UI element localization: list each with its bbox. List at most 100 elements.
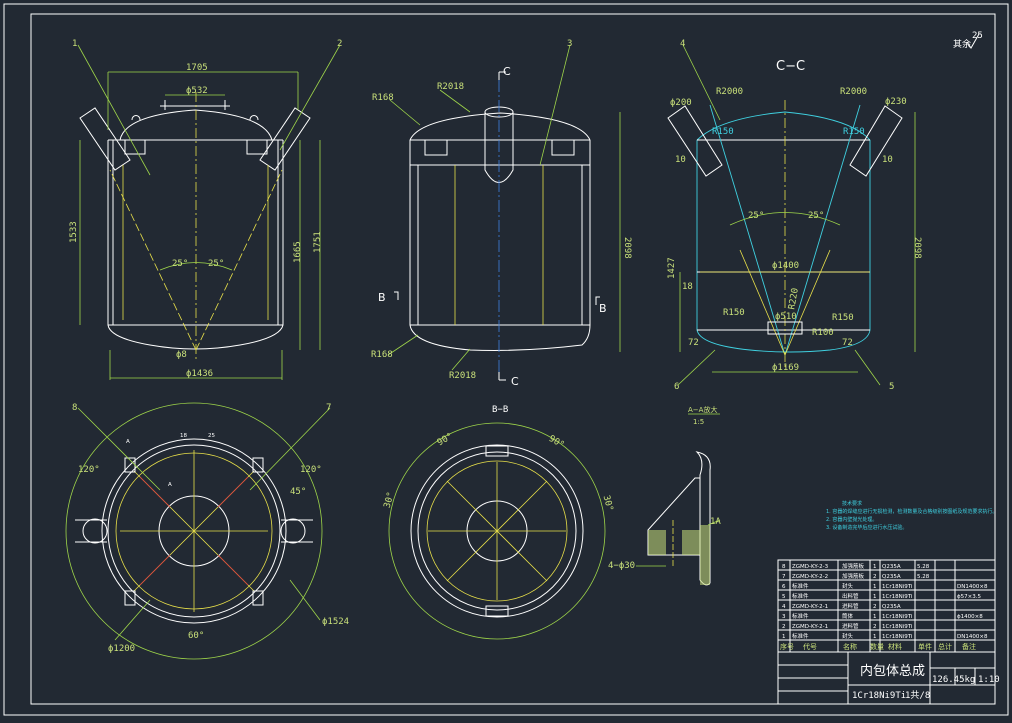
view3-dim-10-r: 10 [882, 155, 893, 165]
view4-dim-25: 25 [208, 433, 215, 439]
view2-dim-r168-top: R168 [372, 93, 394, 103]
tb-row-code: ZGMD-KY-2-3 [792, 564, 829, 570]
tb-row-material: Q235A [882, 604, 901, 610]
view1-leader-2: 2 [337, 39, 342, 49]
detail-dim-1a: 1A [710, 517, 721, 527]
view1-dim-angle-r: 25° [208, 259, 224, 269]
view3-leader-5: 5 [889, 382, 894, 392]
view4-dim-18: 18 [180, 433, 187, 439]
view5-dim-90-r: 90° [547, 434, 566, 451]
roughness-value: 25 [972, 31, 983, 41]
notes-line-1: 1. 容器的焊缝应进行无损检测，检测数量及合格级别按图纸及规范要求执行。 [826, 508, 997, 515]
view3-dim-r150-br: R150 [832, 313, 854, 323]
view4-plan: 8 7 18 25 120° 120° 45° ϕ1524 ϕ1200 60° … [65, 402, 349, 660]
tb-row: 6 标准件 封头 1 1Cr18Ni9Ti DN1400×8 [782, 582, 988, 590]
tb-header-cell: 数量 [870, 642, 884, 651]
view2-dim-height: 2098 [622, 237, 632, 259]
view3-dim-r220: R220 [787, 287, 801, 310]
view2-section-b-right: B [599, 302, 607, 315]
tb-header-cell: 名称 [843, 642, 857, 651]
view3-dim-r2000-l: R2000 [716, 87, 743, 97]
tb-row-code: ZGMD-KY-2-1 [792, 624, 828, 630]
view2-section-c-bottom: C [511, 375, 519, 388]
view3-leader-6: 6 [674, 382, 679, 392]
tb-row-code: 标准件 [792, 612, 809, 620]
tb-row-name: 加强筋板 [842, 572, 865, 580]
tb-row-qty: 1 [873, 614, 877, 620]
view3-section-cc: C−C 4 5 6 ϕ200 R2000 R2000 ϕ230 R150 R15… [667, 39, 922, 392]
view4-dim-60: 60° [188, 631, 204, 641]
tb-material: 1Cr18Ni9Ti [852, 691, 906, 701]
tb-row-no: 2 [782, 624, 786, 630]
tb-row-qty: 1 [873, 584, 877, 590]
tb-row-code: 标准件 [792, 592, 809, 600]
view1-dim-diameter: ϕ1436 [186, 369, 213, 379]
view3-title: C−C [776, 59, 805, 74]
drawing-svg: 其余 25 1 2 1705 ϕ532 1533 1665 1751 25° 2… [3, 3, 1009, 716]
view1-dim-top: ϕ532 [186, 86, 208, 96]
tb-row-qty: 1 [873, 564, 877, 570]
tb-header-cell: 序号 [780, 642, 794, 651]
tb-row-no: 7 [782, 574, 786, 580]
tb-row-material: 1Cr18Ni9Ti [882, 614, 913, 620]
detail-title: A−A放大 [688, 405, 717, 414]
view4-leader-8: 8 [72, 403, 77, 413]
view3-dim-phi1169: ϕ1169 [772, 363, 799, 373]
view4-dim-45: 45° [290, 487, 306, 497]
tb-row-material: 1Cr18Ni9Ti [882, 594, 913, 600]
tb-row-note: DN1400×8 [957, 634, 988, 640]
tb-row-name: 筒体 [842, 612, 854, 620]
view3-dim-r150-r: R150 [843, 127, 865, 137]
tb-row: 7 ZGMD-KY-2-2 加强筋板 2 Q235A 5.28 [782, 572, 930, 580]
view5-dim-90-l: 90° [436, 432, 455, 449]
tb-header-cell: 材料 [888, 642, 902, 651]
view3-dim-10-l: 10 [675, 155, 686, 165]
view3-dim-phi200: ϕ200 [670, 98, 692, 108]
view3-dim-r2000-r: R2000 [840, 87, 867, 97]
tb-row: 5 标准件 出料管 1 1Cr18Ni9Ti ϕ57×3.5 [782, 592, 981, 600]
roughness-symbol: 其余 25 [953, 31, 983, 50]
view2-dim-r2018-top: R2018 [437, 82, 464, 92]
view3-dim-r150-l: R150 [712, 127, 734, 137]
view3-dim-angle-r: 25° [808, 211, 824, 221]
tb-row-code: 标准件 [792, 582, 809, 590]
tb-row-code: ZGMD-KY-2-2 [792, 574, 828, 580]
view3-dim-phi230: ϕ230 [885, 97, 907, 107]
tb-row-name: 封头 [842, 582, 854, 590]
tb-row-note: DN1400×8 [957, 584, 988, 590]
view3-dim-r150-bl: R150 [723, 308, 745, 318]
view4-mark-a1: A [126, 439, 130, 445]
tb-row-weight: 5.28 [917, 574, 930, 580]
tb-row-note: ϕ1400×8 [957, 614, 983, 620]
tb-row-name: 进料管 [842, 622, 859, 630]
tb-row-name: 加强筋板 [842, 562, 865, 570]
view1-front: 1 2 1705 ϕ532 1533 1665 1751 25° 25° ϕ14… [69, 39, 342, 380]
view3-dim-18: 18 [682, 282, 693, 292]
view3-dim-angle-l: 25° [748, 211, 764, 221]
view5-dim-30-l: 30° [383, 491, 397, 509]
tb-row: 4 ZGMD-KY-2-1 进料管 2 Q235A [782, 602, 901, 610]
technical-notes: 技术要求 1. 容器的焊缝应进行无损检测，检测数量及合格级别按图纸及规范要求执行… [826, 500, 997, 531]
tb-row: 1 标准件 封头 1 1Cr18Ni9Ti DN1400×8 [782, 632, 988, 640]
view2-side: C C B B 3 R168 R2018 R168 R2018 2098 [371, 39, 632, 388]
tb-row: 3 标准件 筒体 1 1Cr18Ni9Ti ϕ1400×8 [782, 612, 983, 620]
view4-dim-phi1524: ϕ1524 [322, 617, 349, 627]
tb-row: 8 ZGMD-KY-2-3 加强筋板 1 Q235A 5.28 [782, 562, 930, 570]
view1-dim-angle-l: 25° [172, 259, 188, 269]
view1-dim-height2: 1665 [293, 241, 303, 263]
tb-row-no: 1 [782, 634, 786, 640]
cad-canvas[interactable]: 其余 25 1 2 1705 ϕ532 1533 1665 1751 25° 2… [0, 0, 1012, 719]
tb-header-cell: 总计 [938, 642, 952, 651]
tb-row-name: 出料管 [842, 592, 859, 600]
view4-dim-phi1200: ϕ1200 [108, 644, 135, 654]
view2-leader-3: 3 [567, 39, 572, 49]
view1-dim-height1: 1533 [69, 221, 79, 243]
tb-scale: 1:10 [978, 675, 1000, 685]
tb-row-code: 标准件 [792, 632, 809, 640]
view2-section-c-top: C [503, 65, 511, 78]
notes-line-2: 2. 容器内壁抛光处理。 [826, 516, 877, 523]
view1-dim-small: ϕ8 [176, 350, 187, 360]
tb-row-name: 进料管 [842, 602, 859, 610]
view1-dim-height3: 1751 [313, 231, 323, 253]
tb-weight: 126.45kg [932, 675, 975, 685]
